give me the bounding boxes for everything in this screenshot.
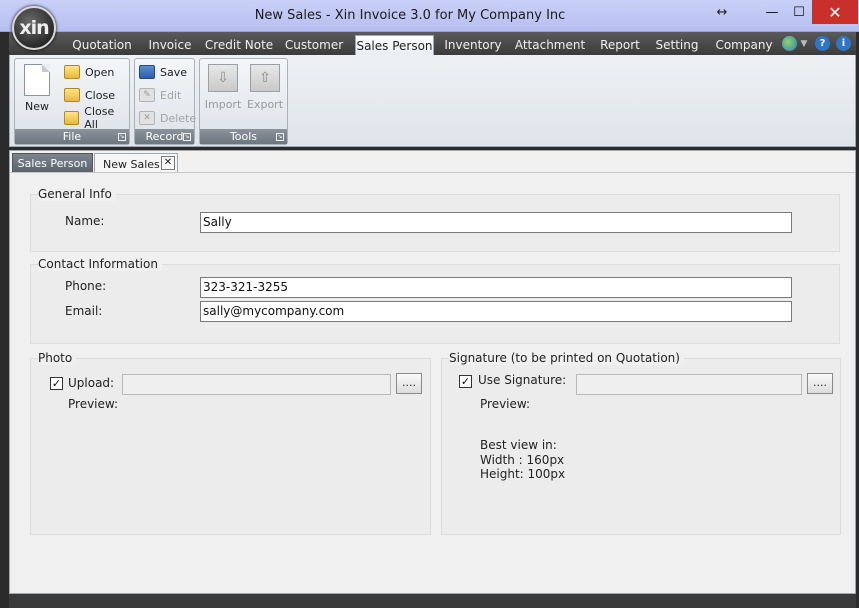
save-button[interactable]: Save xyxy=(139,62,187,82)
close-button[interactable]: Close xyxy=(64,85,115,105)
maximize-button[interactable]: ☐ xyxy=(786,0,812,24)
close-all-folder-icon xyxy=(64,111,80,125)
phone-label: Phone: xyxy=(65,279,107,293)
close-all-button[interactable]: Close All xyxy=(64,105,129,131)
doc-tab-sales-person[interactable]: Sales Person xyxy=(12,153,93,173)
open-folder-icon xyxy=(64,65,80,79)
width-hint: Width : 160px xyxy=(480,453,565,467)
contact-info-legend: Contact Information xyxy=(38,257,162,271)
new-button[interactable]: New xyxy=(20,64,54,113)
tools-group: ⇩ Import ⇧ Export Tools ↘ xyxy=(199,58,288,145)
tab-invoice[interactable]: Invoice xyxy=(145,35,195,55)
name-label: Name: xyxy=(65,214,105,228)
edit-icon: ✎ xyxy=(139,88,155,102)
record-group: Save ✎ Edit ✕ Delete Record ↘ xyxy=(134,58,196,145)
delete-button-label: Delete xyxy=(160,111,197,125)
edit-button[interactable]: ✎ Edit xyxy=(139,85,181,105)
signature-preview-label: Preview: xyxy=(480,397,531,411)
photo-preview-label: Preview: xyxy=(68,397,119,411)
delete-button[interactable]: ✕ Delete xyxy=(139,108,196,128)
import-icon: ⇩ xyxy=(208,64,238,92)
general-info-legend: General Info xyxy=(38,187,116,201)
use-signature-label: Use Signature: xyxy=(478,373,567,387)
upload-checkbox[interactable]: ✓ xyxy=(50,377,63,390)
sales-person-form: General Info Name: Sally Contact Informa… xyxy=(10,172,855,592)
tab-quotation[interactable]: Quotation xyxy=(71,35,133,55)
help-icon[interactable]: ? xyxy=(815,36,830,51)
photo-legend: Photo xyxy=(38,351,77,365)
open-button-label: Open xyxy=(85,65,115,79)
file-group-label: File xyxy=(15,129,129,144)
resize-icon[interactable]: ↔ xyxy=(714,5,730,20)
export-button-label: Export xyxy=(247,98,284,111)
tab-credit-note[interactable]: Credit Note xyxy=(205,35,273,55)
signature-legend: Signature (to be printed on Quotation) xyxy=(449,351,684,365)
tab-sales-person[interactable]: Sales Person xyxy=(355,35,434,55)
tab-customer[interactable]: Customer xyxy=(285,35,343,55)
tools-group-label: Tools xyxy=(200,129,287,144)
export-button[interactable]: ⇧ Export xyxy=(247,64,283,111)
upload-label: Upload: xyxy=(68,376,115,390)
ribbon-panel: New Open Close Close All File ↘ Save ✎ E… xyxy=(9,55,856,147)
use-signature-checkbox[interactable]: ✓ xyxy=(459,375,472,388)
edit-button-label: Edit xyxy=(160,88,182,102)
globe-icon[interactable] xyxy=(782,36,797,51)
window-title: New Sales - Xin Invoice 3.0 for My Compa… xyxy=(254,8,566,23)
photo-path-input[interactable] xyxy=(122,374,391,395)
signature-browse-button[interactable]: .... xyxy=(807,373,833,394)
name-input[interactable]: Sally xyxy=(200,212,792,233)
new-button-label: New xyxy=(25,100,49,113)
import-button-label: Import xyxy=(204,98,242,111)
ribbon-tab-strip: Quotation Invoice Credit Note Customer S… xyxy=(9,32,856,55)
photo-browse-button[interactable]: .... xyxy=(396,373,422,394)
close-folder-icon xyxy=(64,88,80,102)
tools-group-launcher-icon[interactable]: ↘ xyxy=(276,133,284,141)
close-window-button[interactable]: ✕ xyxy=(812,0,858,24)
best-view-hint: Best view in: xyxy=(480,438,557,452)
file-group: New Open Close Close All File ↘ xyxy=(14,58,130,145)
app-logo[interactable]: xin xyxy=(12,6,56,50)
save-floppy-icon xyxy=(139,65,155,79)
tab-inventory[interactable]: Inventory xyxy=(443,35,503,55)
new-document-icon xyxy=(24,64,50,96)
status-bar xyxy=(9,594,856,608)
signature-path-input[interactable] xyxy=(576,374,802,395)
open-button[interactable]: Open xyxy=(64,62,114,82)
info-icon[interactable]: i xyxy=(836,36,851,51)
tab-setting[interactable]: Setting xyxy=(653,35,701,55)
height-hint: Height: 100px xyxy=(480,467,566,481)
close-tab-icon[interactable]: ✕ xyxy=(161,156,175,170)
dropdown-arrow-icon[interactable]: ▼ xyxy=(799,36,809,51)
export-icon: ⇧ xyxy=(250,64,280,92)
record-group-launcher-icon[interactable]: ↘ xyxy=(183,133,191,141)
file-group-launcher-icon[interactable]: ↘ xyxy=(118,133,126,141)
import-button[interactable]: ⇩ Import xyxy=(205,64,241,111)
delete-icon: ✕ xyxy=(139,111,155,125)
minimize-button[interactable]: — xyxy=(758,0,786,24)
save-button-label: Save xyxy=(160,65,188,79)
title-bar: New Sales - Xin Invoice 3.0 for My Compa… xyxy=(0,0,859,32)
tab-attachment[interactable]: Attachment xyxy=(515,35,585,55)
email-label: Email: xyxy=(65,304,103,318)
email-input[interactable]: sally@mycompany.com xyxy=(200,301,792,322)
phone-input[interactable]: 323-321-3255 xyxy=(200,277,792,298)
close-all-button-label: Close All xyxy=(84,105,115,131)
tab-company[interactable]: Company xyxy=(713,35,775,55)
tab-report[interactable]: Report xyxy=(597,35,643,55)
close-button-label: Close xyxy=(85,88,115,102)
